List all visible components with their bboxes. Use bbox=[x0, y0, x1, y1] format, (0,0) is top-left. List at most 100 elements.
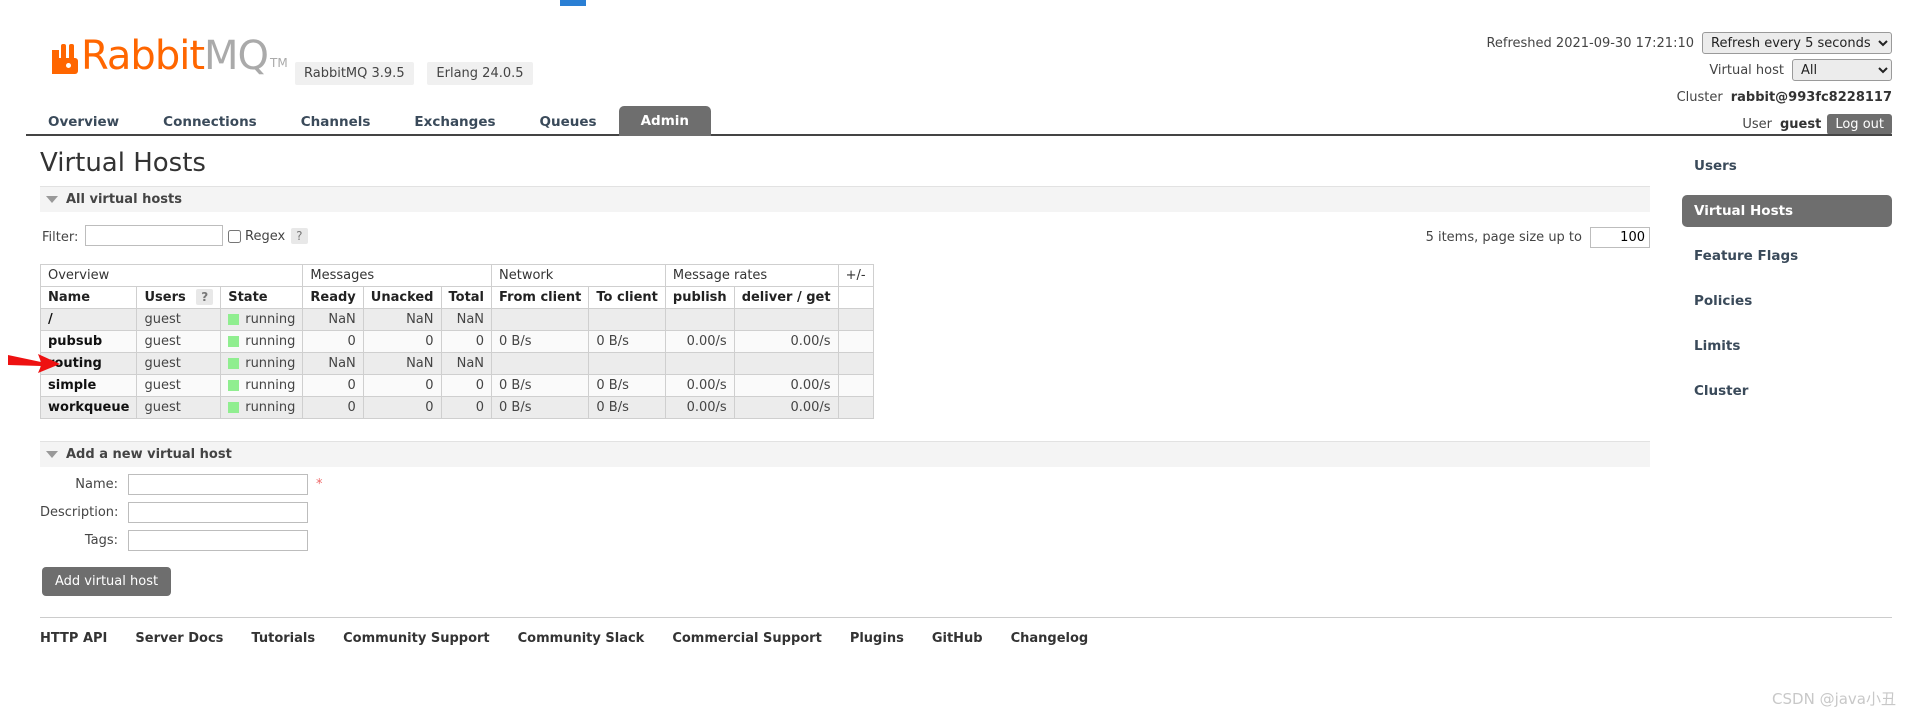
cell-name[interactable]: workqueue bbox=[39, 396, 138, 419]
users-help-icon[interactable]: ? bbox=[196, 289, 214, 305]
column-header-ready[interactable]: Ready bbox=[302, 286, 364, 309]
column-toggle-button[interactable]: +/- bbox=[837, 264, 874, 287]
tab-admin[interactable]: Admin bbox=[618, 106, 711, 136]
main-content: Virtual Hosts All virtual hosts Filter: … bbox=[39, 148, 1650, 596]
column-header-to-client[interactable]: To client bbox=[588, 286, 666, 309]
table-row[interactable]: pubsub guest running 0 0 0 0 B/s 0 B/s 0… bbox=[39, 330, 874, 353]
page-header: Rabbit MQ TM RabbitMQ 3.9.5 Erlang 24.0.5… bbox=[0, 10, 1918, 135]
rabbitmq-logo[interactable]: Rabbit MQ TM bbox=[52, 36, 288, 76]
refresh-interval-select[interactable]: Refresh every 5 seconds bbox=[1702, 32, 1892, 54]
cell-users: guest bbox=[136, 330, 222, 353]
cell-total: NaN bbox=[440, 352, 493, 375]
page-title: Virtual Hosts bbox=[40, 148, 206, 178]
required-indicator: * bbox=[316, 477, 323, 492]
column-header-users-label: Users bbox=[144, 290, 186, 305]
cluster-name: rabbit@993fc8228117 bbox=[1730, 89, 1892, 105]
column-header-total[interactable]: Total bbox=[440, 286, 493, 309]
column-header-publish[interactable]: publish bbox=[664, 286, 735, 309]
cell-deliver-get bbox=[733, 352, 839, 375]
regex-help-icon[interactable]: ? bbox=[291, 228, 308, 244]
regex-toggle[interactable]: Regex ? bbox=[228, 228, 308, 244]
footer-link-commercial-support[interactable]: Commercial Support bbox=[672, 631, 822, 646]
footer-link-tutorials[interactable]: Tutorials bbox=[251, 631, 315, 646]
cell-ready: 0 bbox=[302, 374, 364, 397]
cell-unacked: NaN bbox=[362, 352, 442, 375]
tags-input[interactable] bbox=[128, 530, 308, 551]
rabbitmq-management-page: Rabbit MQ TM RabbitMQ 3.9.5 Erlang 24.0.5… bbox=[0, 0, 1918, 720]
cell-spacer bbox=[837, 308, 874, 331]
column-header-state[interactable]: State bbox=[220, 286, 304, 309]
add-vhost-section-header[interactable]: Add a new virtual host bbox=[40, 441, 1650, 467]
cell-name[interactable]: simple bbox=[39, 374, 138, 397]
table-row[interactable]: simple guest running 0 0 0 0 B/s 0 B/s 0… bbox=[39, 374, 874, 397]
erlang-version-badge: Erlang 24.0.5 bbox=[427, 62, 533, 85]
items-info: 5 items, page size up to bbox=[1426, 227, 1650, 248]
vhost-select[interactable]: All bbox=[1792, 59, 1892, 81]
cell-to-client bbox=[588, 352, 666, 375]
tab-queues[interactable]: Queues bbox=[518, 108, 619, 136]
sidebar-item-policies[interactable]: Policies bbox=[1682, 285, 1892, 317]
description-input[interactable] bbox=[128, 502, 308, 523]
name-input[interactable] bbox=[128, 474, 308, 495]
cell-users: guest bbox=[136, 374, 222, 397]
table-row[interactable]: workqueue guest running 0 0 0 0 B/s 0 B/… bbox=[39, 396, 874, 419]
cell-ready: 0 bbox=[302, 330, 364, 353]
footer-link-plugins[interactable]: Plugins bbox=[850, 631, 904, 646]
footer-link-changelog[interactable]: Changelog bbox=[1011, 631, 1089, 646]
column-header-unacked[interactable]: Unacked bbox=[362, 286, 442, 309]
footer-link-community-slack[interactable]: Community Slack bbox=[518, 631, 645, 646]
description-label: Description: bbox=[40, 505, 119, 520]
cell-state-label: running bbox=[245, 312, 296, 327]
column-header-from-client[interactable]: From client bbox=[491, 286, 590, 309]
cell-deliver-get: 0.00/s bbox=[733, 396, 839, 419]
page-size-input[interactable] bbox=[1590, 227, 1650, 248]
refresh-row: Refreshed 2021-09-30 17:21:10 Refresh ev… bbox=[1486, 32, 1892, 54]
cell-state-label: running bbox=[245, 356, 296, 371]
add-virtual-host-form: Add a new virtual host Name: * Descripti… bbox=[40, 441, 1650, 596]
add-vhost-section-label: Add a new virtual host bbox=[66, 447, 232, 462]
cell-from-client: 0 B/s bbox=[491, 374, 590, 397]
footer-link-community-support[interactable]: Community Support bbox=[343, 631, 490, 646]
cluster-row: Cluster rabbit@993fc8228117 bbox=[1486, 86, 1892, 108]
vhost-row: Virtual host All bbox=[1486, 59, 1892, 81]
group-header-message-rates: Message rates bbox=[664, 264, 839, 287]
sidebar-item-users[interactable]: Users bbox=[1682, 150, 1892, 182]
footer-link-http-api[interactable]: HTTP API bbox=[40, 631, 107, 646]
sidebar-item-feature-flags[interactable]: Feature Flags bbox=[1682, 240, 1892, 272]
state-indicator-icon bbox=[228, 358, 240, 369]
filter-input[interactable] bbox=[85, 225, 223, 246]
cell-total: NaN bbox=[440, 308, 493, 331]
sidebar-item-virtual-hosts[interactable]: Virtual Hosts bbox=[1682, 195, 1892, 227]
column-header-users[interactable]: Users ? bbox=[136, 286, 222, 309]
cell-name[interactable]: / bbox=[39, 308, 138, 331]
form-row-tags: Tags: bbox=[40, 530, 1650, 551]
cell-total: 0 bbox=[440, 330, 493, 353]
cell-publish bbox=[664, 352, 735, 375]
footer-link-server-docs[interactable]: Server Docs bbox=[135, 631, 223, 646]
sidebar-item-cluster[interactable]: Cluster bbox=[1682, 375, 1892, 407]
all-virtual-hosts-section-header[interactable]: All virtual hosts bbox=[40, 186, 1650, 212]
footer-link-github[interactable]: GitHub bbox=[932, 631, 983, 646]
virtual-hosts-table: Overview Messages Network Message rates … bbox=[39, 264, 874, 419]
column-header-deliver-get[interactable]: deliver / get bbox=[733, 286, 839, 309]
tab-overview[interactable]: Overview bbox=[26, 108, 141, 136]
cell-state-label: running bbox=[245, 378, 296, 393]
state-indicator-icon bbox=[228, 402, 240, 413]
regex-label: Regex bbox=[245, 228, 286, 244]
table-row[interactable]: / guest running NaN NaN NaN bbox=[39, 308, 874, 331]
tab-exchanges[interactable]: Exchanges bbox=[392, 108, 517, 136]
refreshed-timestamp: Refreshed 2021-09-30 17:21:10 bbox=[1486, 35, 1694, 51]
tab-channels[interactable]: Channels bbox=[279, 108, 393, 136]
form-row-description: Description: bbox=[40, 502, 1650, 523]
page-footer: HTTP API Server Docs Tutorials Community… bbox=[40, 617, 1892, 646]
tab-connections[interactable]: Connections bbox=[141, 108, 279, 136]
cell-state: running bbox=[220, 330, 304, 353]
regex-checkbox[interactable] bbox=[228, 229, 241, 243]
add-virtual-host-button[interactable]: Add virtual host bbox=[42, 567, 172, 596]
all-virtual-hosts-label: All virtual hosts bbox=[66, 192, 182, 207]
cell-spacer bbox=[837, 374, 874, 397]
sidebar-item-limits[interactable]: Limits bbox=[1682, 330, 1892, 362]
table-row[interactable]: routing guest running NaN NaN NaN bbox=[39, 352, 874, 375]
column-header-name[interactable]: Name bbox=[39, 286, 138, 309]
cell-users: guest bbox=[136, 308, 222, 331]
